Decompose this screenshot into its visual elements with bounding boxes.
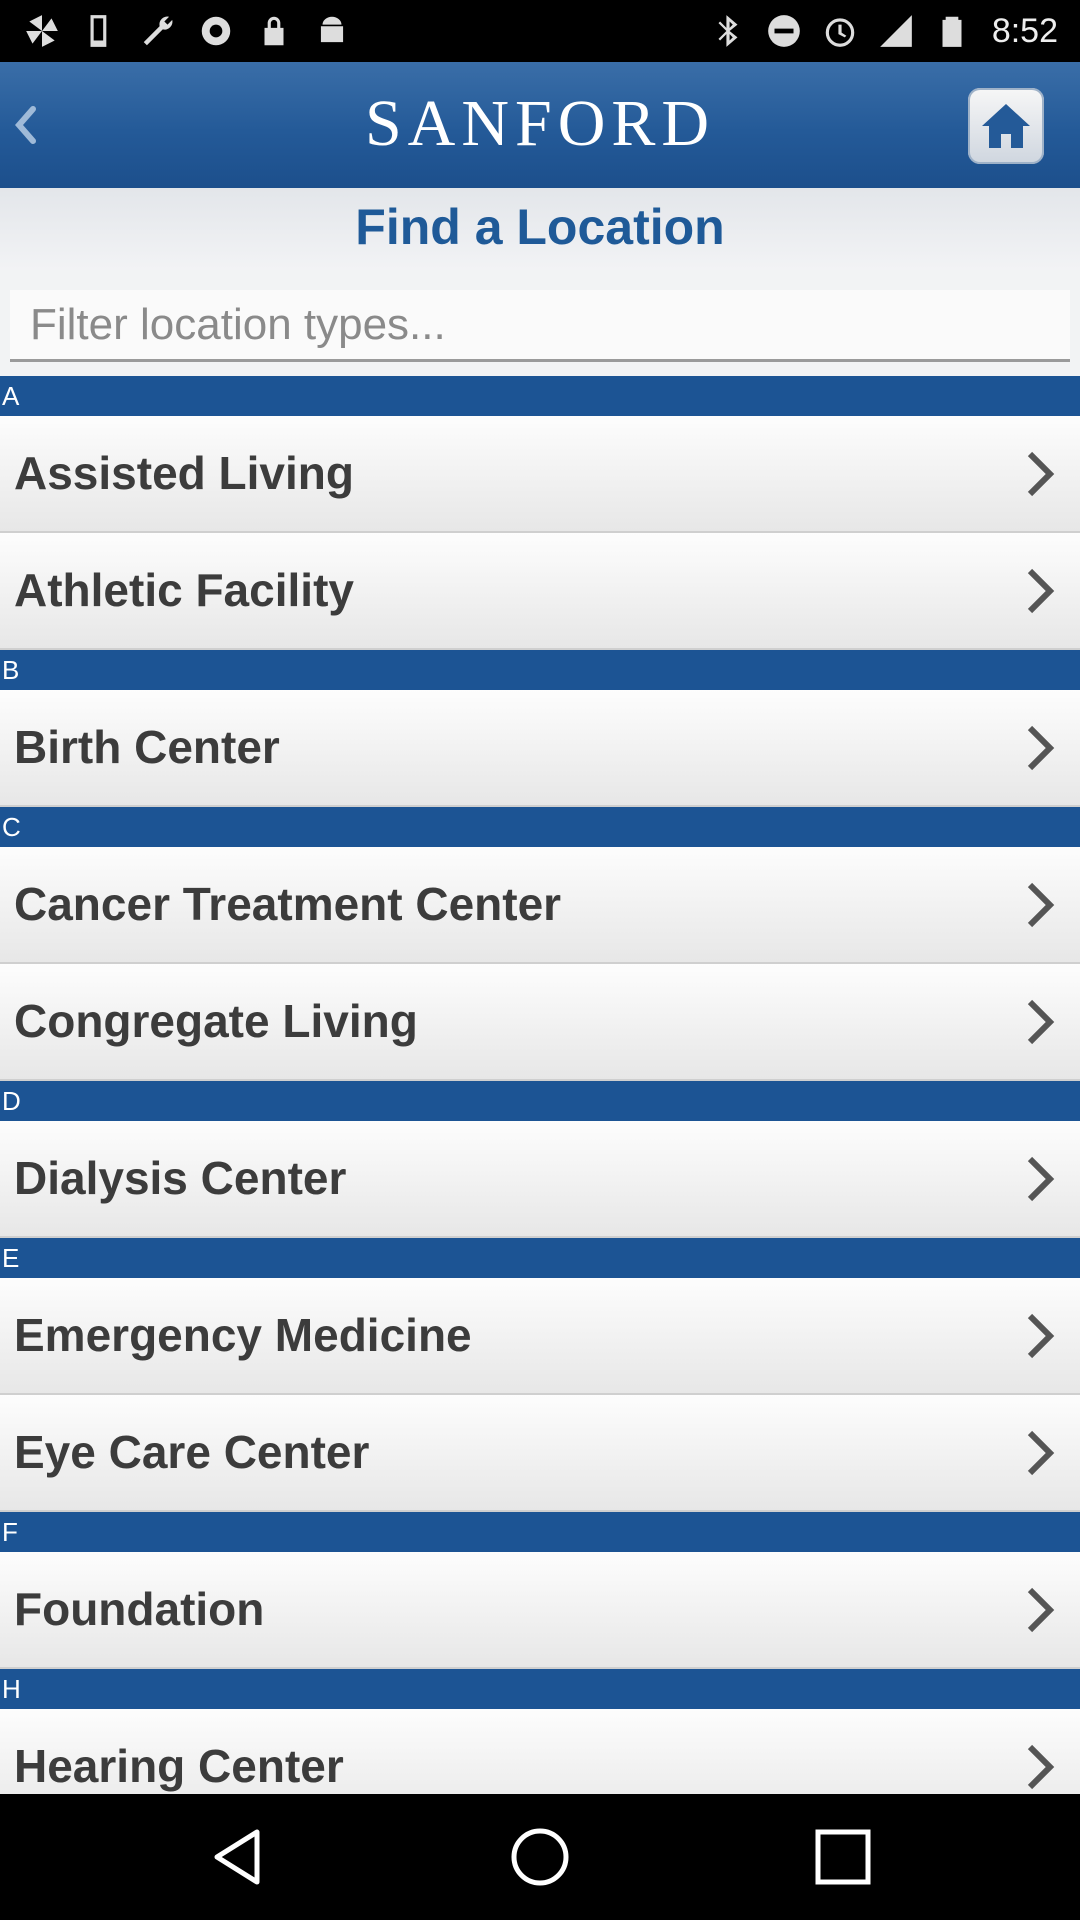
chevron-right-icon: [1020, 879, 1060, 931]
settings-icon: [196, 8, 236, 54]
status-time: 8:52: [991, 11, 1058, 50]
list-item-cancer-treatment-center[interactable]: Cancer Treatment Center: [0, 847, 1080, 964]
chevron-right-icon: [1020, 996, 1060, 1048]
chevron-right-icon: [1020, 565, 1060, 617]
pinwheel-icon: [22, 8, 62, 54]
back-button[interactable]: [6, 98, 46, 152]
list-item-label: Athletic Facility: [14, 564, 354, 616]
lock-icon: [254, 8, 294, 54]
filter-location-types-input[interactable]: [10, 290, 1070, 362]
list-item-label: Hearing Center: [14, 1740, 344, 1792]
back-chevron-icon: [15, 106, 36, 144]
section-header-c: C: [0, 807, 1080, 847]
chevron-right-icon: [1020, 448, 1060, 500]
android-icon: [312, 8, 352, 54]
list-item-assisted-living[interactable]: Assisted Living: [0, 416, 1080, 533]
alarm-icon: [820, 8, 860, 54]
battery-icon: [932, 8, 972, 54]
list-item-emergency-medicine[interactable]: Emergency Medicine: [0, 1278, 1080, 1395]
section-header-f: F: [0, 1512, 1080, 1552]
list-item-label: Birth Center: [14, 721, 280, 773]
list-item-label: Eye Care Center: [14, 1426, 370, 1478]
list-item-eye-care-center[interactable]: Eye Care Center: [0, 1395, 1080, 1512]
app-header: SANFORD: [0, 62, 1080, 188]
chevron-right-icon: [1020, 1427, 1060, 1479]
chevron-right-icon: [1020, 1153, 1060, 1205]
list-item-congregate-living[interactable]: Congregate Living: [0, 964, 1080, 1081]
status-bar: 8:52: [0, 0, 1080, 62]
chevron-right-icon: [1020, 1584, 1060, 1636]
section-header-d: D: [0, 1081, 1080, 1121]
chevron-right-icon: [1020, 1741, 1060, 1793]
title-bar: Find a Location: [0, 188, 1080, 270]
home-button[interactable]: [968, 88, 1044, 164]
search-area: [0, 270, 1080, 376]
location-types-list: A Assisted Living Athletic Facility B Bi…: [0, 376, 1080, 1794]
phone-icon: [80, 8, 120, 54]
back-triangle-icon[interactable]: [205, 1824, 271, 1890]
list-item-label: Assisted Living: [14, 447, 354, 499]
section-header-h: H: [0, 1669, 1080, 1709]
home-circle-icon[interactable]: [507, 1824, 573, 1890]
signal-icon: [876, 8, 916, 54]
recents-square-icon[interactable]: [810, 1824, 876, 1890]
section-header-e: E: [0, 1238, 1080, 1278]
section-header-a: A: [0, 376, 1080, 416]
wrench-icon: [138, 8, 178, 54]
home-icon: [982, 104, 1030, 148]
list-item-birth-center[interactable]: Birth Center: [0, 690, 1080, 807]
chevron-right-icon: [1020, 722, 1060, 774]
list-item-athletic-facility[interactable]: Athletic Facility: [0, 533, 1080, 650]
list-item-dialysis-center[interactable]: Dialysis Center: [0, 1121, 1080, 1238]
list-item-label: Congregate Living: [14, 995, 418, 1047]
list-item-label: Emergency Medicine: [14, 1309, 472, 1361]
list-item-label: Dialysis Center: [14, 1152, 347, 1204]
list-item-label: Foundation: [14, 1583, 265, 1635]
do-not-disturb-icon: [764, 8, 804, 54]
list-item-foundation[interactable]: Foundation: [0, 1552, 1080, 1669]
list-item-hearing-center[interactable]: Hearing Center: [0, 1709, 1080, 1794]
bluetooth-icon: [708, 8, 748, 54]
list-item-label: Cancer Treatment Center: [14, 878, 562, 930]
system-nav-bar: [0, 1794, 1080, 1920]
sanford-logo: SANFORD: [364, 87, 716, 160]
page-title: Find a Location: [355, 199, 725, 255]
chevron-right-icon: [1020, 1310, 1060, 1362]
section-header-b: B: [0, 650, 1080, 690]
